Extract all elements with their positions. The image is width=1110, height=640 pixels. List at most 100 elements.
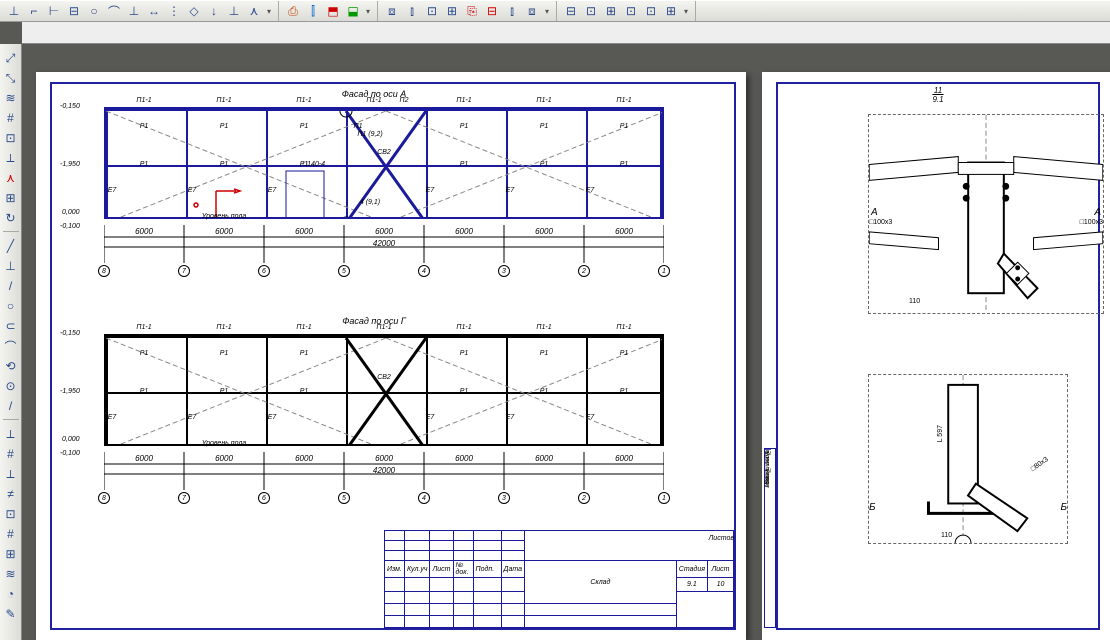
det2-dim: 110 [941, 532, 952, 539]
tb-btn-b3[interactable]: ⊡ [423, 2, 441, 20]
axis: 4 [418, 492, 430, 504]
pt-lbl: П1-1 [456, 97, 471, 104]
sb-spline-icon[interactable]: ⟲ [2, 357, 20, 375]
tb-btn-c2[interactable]: ⊡ [582, 2, 600, 20]
tb-btn-c4[interactable]: ⊡ [622, 2, 640, 20]
sb-circle-icon[interactable]: ○ [2, 297, 20, 315]
sb-perp2-icon[interactable]: ⟂ [2, 425, 20, 443]
sb-neq-icon[interactable]: ≠ [2, 485, 20, 503]
tb-btn-6[interactable]: ⌒ [105, 2, 123, 20]
sb-table2-icon[interactable]: ⊞ [2, 545, 20, 563]
tb-btn-a1[interactable]: ⎙ [284, 2, 302, 20]
sb-point-icon[interactable]: ⊙ [2, 377, 20, 395]
tb-btn-9[interactable]: ⋮ [165, 2, 183, 20]
tb-btn-b2[interactable]: ⫾ [403, 2, 421, 20]
sb-wave-icon[interactable]: ≋ [2, 565, 20, 583]
sb-table-icon[interactable]: ⊞ [2, 189, 20, 207]
toolbar-group-4: ⊟ ⊡ ⊞ ⊡ ⊡ ⊞ ▾ [557, 1, 696, 21]
e-lbl: Е7 [506, 414, 515, 421]
e-lbl: Е7 [506, 187, 515, 194]
tb-btn-b6[interactable]: ⊟ [483, 2, 501, 20]
tb-btn-12[interactable]: ⊥ [225, 2, 243, 20]
pt-lbl: П1-1 [216, 324, 231, 331]
toolbar-group-2: ⎙ ⫿ ⬒ ⬓ ▾ [279, 1, 378, 21]
tb-btn-b4[interactable]: ⊞ [443, 2, 461, 20]
sb-select-icon[interactable]: ⤡ [2, 69, 20, 87]
sb-pencil-icon[interactable]: ✎ [2, 605, 20, 623]
p2-lbl: □140-4 [303, 161, 325, 168]
sb-axis-icon[interactable]: / [2, 397, 20, 415]
tb-btn-10[interactable]: ◇ [185, 2, 203, 20]
sb-dim-icon[interactable]: ⊡ [2, 129, 20, 147]
tb-btn-b7[interactable]: ⫾ [503, 2, 521, 20]
toolbar-overflow-4[interactable]: ▾ [682, 2, 690, 20]
dashes-svg [106, 338, 662, 444]
tb-btn-5[interactable]: ○ [85, 2, 103, 20]
elev-mark: -1,950 [60, 161, 80, 168]
top-toolbar: ⊥ ⌐ ⊢ ⊟ ○ ⌒ ⊥ ↔ ⋮ ◇ ↓ ⊥ ⋏ ▾ ⎙ ⫿ ⬒ ⬓ ▾ ⧈ … [0, 0, 1110, 22]
tb-btn-c5[interactable]: ⊡ [642, 2, 660, 20]
tb-btn-7[interactable]: ⊥ [125, 2, 143, 20]
toolbar-overflow-2[interactable]: ▾ [364, 2, 372, 20]
tb-btn-a3[interactable]: ⬒ [324, 2, 342, 20]
p2-lbl: Р1 [620, 388, 629, 395]
tb-btn-8[interactable]: ↔ [145, 2, 163, 20]
tb-btn-4[interactable]: ⊟ [65, 2, 83, 20]
dim: 6000 [615, 227, 633, 236]
sb-grid-icon[interactable]: # [2, 109, 20, 127]
side-lbl: Взам. инв № [765, 449, 771, 484]
sb-hatch-icon[interactable]: ≋ [2, 89, 20, 107]
sb-angle-icon[interactable]: ⋏ [2, 169, 20, 187]
frame-border-2: 11 9.1 [776, 82, 1100, 630]
p2-lbl: Р1 [460, 161, 469, 168]
sb-rect-icon[interactable]: ⊡ [2, 505, 20, 523]
dim: 6000 [535, 454, 553, 463]
h-sheet: Лист [708, 561, 734, 578]
tb-btn-b5[interactable]: ⎘ [463, 2, 481, 20]
facade-g-title: Фасад по оси Г [68, 316, 680, 326]
sb-arc2-icon[interactable]: ⌒ [2, 337, 20, 355]
toolbar-overflow-1[interactable]: ▾ [265, 2, 273, 20]
tb-btn-1[interactable]: ⊥ [5, 2, 23, 20]
elev-mark: 0,000 [62, 209, 80, 216]
drawing-canvas[interactable]: Фасад по оси А -0,150 -1,950 0,000 -0,10… [22, 44, 1110, 638]
dim: 6000 [295, 454, 313, 463]
elev-mark: -0,100 [60, 223, 80, 230]
tb-btn-13[interactable]: ⋏ [245, 2, 263, 20]
tb-btn-2[interactable]: ⌐ [25, 2, 43, 20]
p-lbl: П1 [354, 123, 363, 130]
pt-lbl: П1-1 [616, 97, 631, 104]
tb-btn-b8[interactable]: ⧈ [523, 2, 541, 20]
ruler-horizontal [22, 22, 1110, 44]
axis: 1 [658, 265, 670, 277]
tb-btn-a4[interactable]: ⬓ [344, 2, 362, 20]
tb-btn-3[interactable]: ⊢ [45, 2, 63, 20]
sb-line2-icon[interactable]: / [2, 277, 20, 295]
e-lbl: Е7 [268, 414, 277, 421]
det1-dim: □100x3 [869, 219, 892, 226]
tb-btn-11[interactable]: ↓ [205, 2, 223, 20]
tb-btn-c6[interactable]: ⊞ [662, 2, 680, 20]
title-block: Изм. Кул.уч Лист № док. Подп. Дата Склад… [384, 530, 734, 628]
sb-t-icon[interactable]: ⟂ [2, 465, 20, 483]
h-data: Дата [501, 561, 524, 578]
tb-btn-c3[interactable]: ⊞ [602, 2, 620, 20]
sb-line-icon[interactable]: ╱ [2, 237, 20, 255]
axis: 7 [178, 492, 190, 504]
toolbar-overflow-3[interactable]: ▾ [543, 2, 551, 20]
sb-cursor-icon[interactable]: ⤢ [2, 49, 20, 67]
sb-arc-icon[interactable]: ⊂ [2, 317, 20, 335]
sb-refresh-icon[interactable]: ↻ [2, 209, 20, 227]
sb-hatch2-icon[interactable]: # [2, 445, 20, 463]
pt-lbl: П1-1 [136, 97, 151, 104]
sb-hatch3-icon[interactable]: # [2, 525, 20, 543]
sb-pie-icon[interactable]: ◔ [2, 585, 20, 603]
dim: 6000 [375, 227, 393, 236]
tb-btn-b1[interactable]: ⧈ [383, 2, 401, 20]
tb-btn-c1[interactable]: ⊟ [562, 2, 580, 20]
p2-lbl: Р1 [620, 161, 629, 168]
tb-btn-a2[interactable]: ⫿ [304, 2, 322, 20]
sb-poly-icon[interactable]: ⟂ [2, 149, 20, 167]
facade-g: Фасад по оси Г -0,150 -1,950 0,000 -0,10… [68, 316, 680, 330]
sb-perp-icon[interactable]: ⊥ [2, 257, 20, 275]
